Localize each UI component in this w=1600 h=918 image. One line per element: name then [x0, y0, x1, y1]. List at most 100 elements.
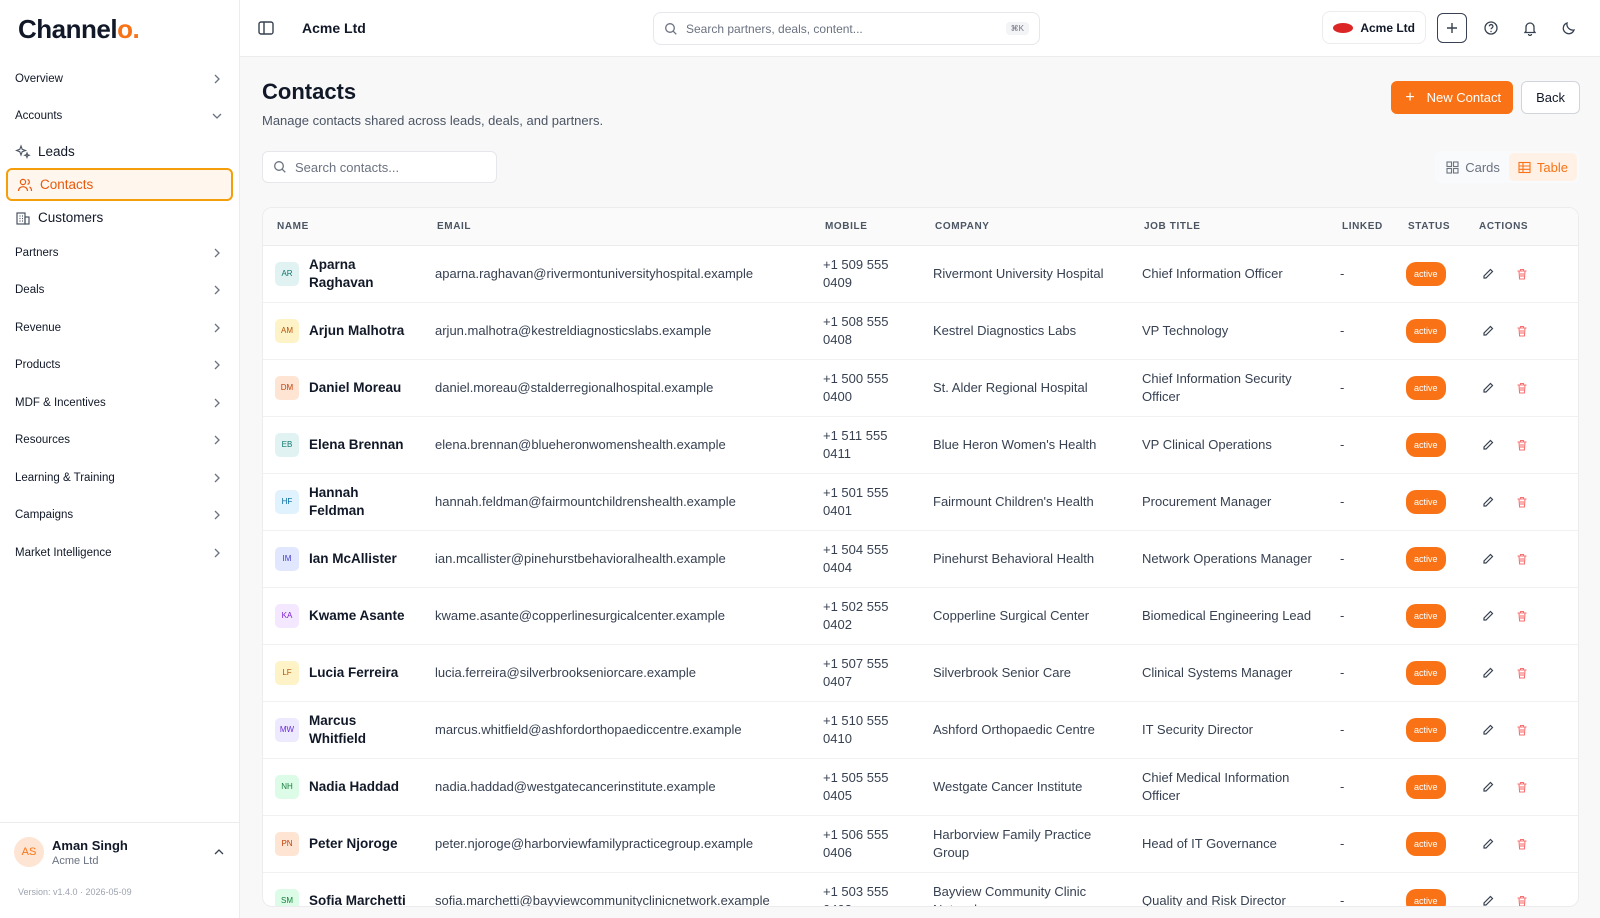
table-row[interactable]: KA Kwame Asante kwame.asante@copperlinesur… [263, 587, 1578, 645]
trash-icon[interactable] [1515, 552, 1529, 566]
status-badge: active [1406, 717, 1446, 742]
trash-icon[interactable] [1515, 666, 1529, 680]
trash-icon[interactable] [1515, 780, 1529, 794]
notifications-button[interactable] [1515, 13, 1545, 43]
sidebar-item-revenue[interactable]: Revenue [6, 309, 233, 347]
contact-search[interactable] [262, 151, 497, 183]
theme-toggle-button[interactable] [1554, 13, 1584, 43]
contact-name[interactable]: Kwame Asante [309, 607, 405, 625]
contact-name[interactable]: Sofia Marchetti [309, 892, 406, 907]
cell-actions [1465, 815, 1578, 873]
edit-icon[interactable] [1481, 723, 1495, 737]
table-row[interactable]: SM Sofia Marchetti sofia.marchetti@bayview… [263, 872, 1578, 908]
sidebar-toggle-icon[interactable] [256, 18, 276, 38]
trash-icon[interactable] [1515, 324, 1529, 338]
org-switcher[interactable]: Acme Ltd [1322, 11, 1426, 44]
contact-search-input[interactable] [295, 159, 486, 175]
contact-name-wrap: LF Lucia Ferreira [275, 660, 411, 685]
trash-icon[interactable] [1515, 894, 1529, 908]
table-row[interactable]: LF Lucia Ferreira lucia.ferreira@silverbro… [263, 644, 1578, 702]
user-menu[interactable]: AS Aman Singh Acme Ltd Version: v1.4.0 ·… [0, 822, 239, 918]
global-search[interactable]: ⌘K [653, 12, 1040, 45]
sidebar-item-market-intelligence[interactable]: Market Intelligence [6, 534, 233, 572]
table-row[interactable]: PN Peter Njoroge peter.njoroge@harborviewf… [263, 815, 1578, 873]
trash-icon[interactable] [1515, 267, 1529, 281]
cell-mobile: +1 507 555 0407 [811, 644, 921, 702]
contact-name[interactable]: Arjun Malhotra [309, 322, 404, 340]
contact-initials-avatar: EB [275, 432, 299, 457]
table-row[interactable]: NH Nadia Haddad nadia.haddad@westgatecance… [263, 758, 1578, 816]
column-header-email[interactable]: EMAIL [423, 208, 811, 246]
sidebar-item-overview[interactable]: Overview [6, 60, 233, 98]
trash-icon[interactable] [1515, 723, 1529, 737]
edit-icon[interactable] [1481, 552, 1495, 566]
view-table-button[interactable]: Table [1508, 153, 1577, 181]
global-search-input[interactable] [686, 21, 1006, 36]
column-header-name[interactable]: NAME [263, 208, 423, 246]
cell-job-title: VP Technology [1130, 302, 1328, 360]
table-row[interactable]: DM Daniel Moreau daniel.moreau@stalderregi… [263, 359, 1578, 417]
edit-icon[interactable] [1481, 267, 1495, 281]
sidebar-item-partners[interactable]: Partners [6, 234, 233, 272]
contacts-table-container: NAME EMAIL MOBILE COMPANY JOB TITLE LINK… [262, 207, 1579, 907]
column-header-linked[interactable]: LINKED [1328, 208, 1394, 246]
contact-name[interactable]: Nadia Haddad [309, 778, 399, 796]
sidebar-item-accounts[interactable]: Accounts [6, 98, 233, 136]
trash-icon[interactable] [1515, 837, 1529, 851]
contact-name[interactable]: Marcus Whitfield [309, 712, 411, 748]
user-row[interactable]: AS Aman Singh Acme Ltd [14, 837, 225, 867]
sidebar-item-leads[interactable]: Leads [6, 135, 233, 168]
trash-icon[interactable] [1515, 381, 1529, 395]
edit-icon[interactable] [1481, 609, 1495, 623]
sidebar-item-customers[interactable]: Customers [6, 201, 233, 234]
view-cards-button[interactable]: Cards [1437, 153, 1509, 181]
column-header-status[interactable]: STATUS [1394, 208, 1465, 246]
view-table-label: Table [1536, 159, 1568, 175]
back-button[interactable]: Back [1521, 81, 1580, 114]
contact-name[interactable]: Aparna Raghavan [309, 256, 411, 292]
row-actions [1477, 837, 1567, 851]
sidebar-item-mdf-incentives[interactable]: MDF & Incentives [6, 384, 233, 422]
edit-icon[interactable] [1481, 894, 1495, 908]
contact-name[interactable]: Hannah Feldman [309, 484, 411, 520]
edit-icon[interactable] [1481, 438, 1495, 452]
cell-email: marcus.whitfield@ashfordorthopaediccentr… [423, 701, 811, 759]
edit-icon[interactable] [1481, 780, 1495, 794]
trash-icon[interactable] [1515, 438, 1529, 452]
column-header-mobile[interactable]: MOBILE [811, 208, 921, 246]
sidebar-item-contacts[interactable]: Contacts [6, 168, 233, 201]
sidebar-item-label: Deals [15, 284, 45, 297]
sidebar-item-learning-training[interactable]: Learning & Training [6, 459, 233, 497]
trash-icon[interactable] [1515, 495, 1529, 509]
chevron-up-icon[interactable] [213, 846, 225, 858]
trash-icon[interactable] [1515, 609, 1529, 623]
table-row[interactable]: EB Elena Brennan elena.brennan@blueheronwo… [263, 416, 1578, 474]
contact-name[interactable]: Elena Brennan [309, 436, 404, 454]
edit-icon[interactable] [1481, 381, 1495, 395]
sidebar-item-deals[interactable]: Deals [6, 272, 233, 310]
table-row[interactable]: HF Hannah Feldman hannah.feldman@fairmount… [263, 473, 1578, 531]
new-contact-button[interactable]: + New Contact [1391, 81, 1514, 114]
contact-name[interactable]: Lucia Ferreira [309, 664, 398, 682]
edit-icon[interactable] [1481, 495, 1495, 509]
help-button[interactable] [1476, 13, 1506, 43]
add-button[interactable] [1437, 12, 1467, 43]
sidebar-item-resources[interactable]: Resources [6, 422, 233, 460]
brand-logo[interactable]: Channelo. [0, 0, 239, 60]
sidebar-item-products[interactable]: Products [6, 347, 233, 385]
table-row[interactable]: MW Marcus Whitfield marcus.whitfield@ashfo… [263, 701, 1578, 759]
contact-name[interactable]: Peter Njoroge [309, 835, 398, 853]
contact-name[interactable]: Ian McAllister [309, 550, 397, 568]
sidebar-item-campaigns[interactable]: Campaigns [6, 497, 233, 535]
contact-name-wrap: IM Ian McAllister [275, 546, 411, 571]
table-row[interactable]: AR Aparna Raghavan aparna.raghavan@rivermo… [263, 245, 1578, 303]
page-actions: + New Contact Back [1391, 81, 1580, 114]
edit-icon[interactable] [1481, 324, 1495, 338]
table-row[interactable]: IM Ian McAllister ian.mcallister@pinehurst… [263, 530, 1578, 588]
edit-icon[interactable] [1481, 837, 1495, 851]
column-header-job-title[interactable]: JOB TITLE [1130, 208, 1328, 246]
contact-name[interactable]: Daniel Moreau [309, 379, 401, 397]
edit-icon[interactable] [1481, 666, 1495, 680]
table-row[interactable]: AM Arjun Malhotra arjun.malhotra@kestreldi… [263, 302, 1578, 360]
column-header-company[interactable]: COMPANY [921, 208, 1130, 246]
